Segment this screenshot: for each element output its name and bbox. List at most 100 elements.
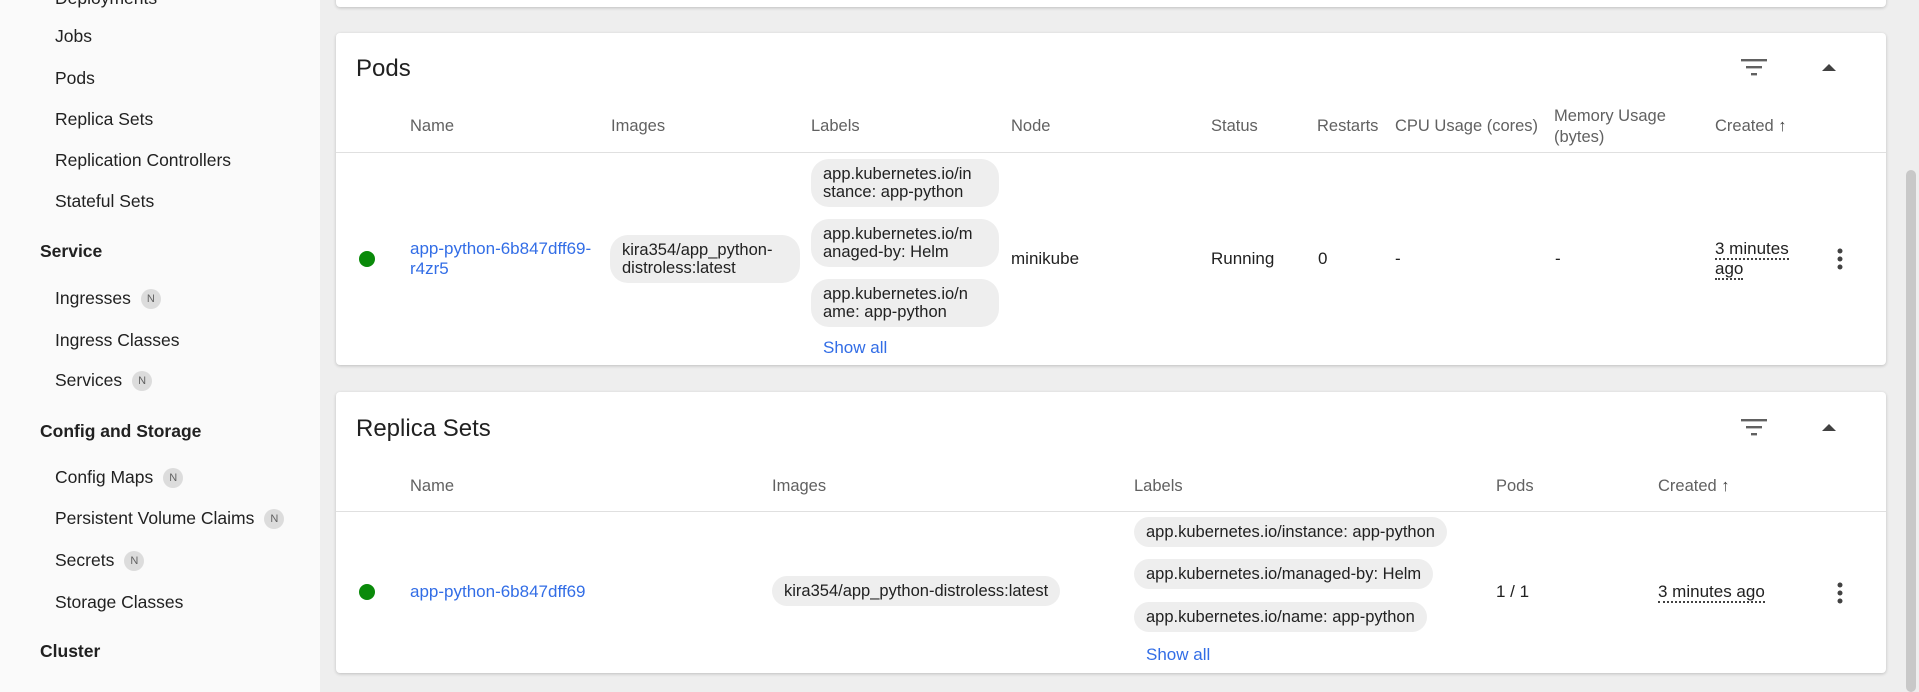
sidebar-item-label: Ingress Classes	[55, 330, 180, 350]
pod-name-line1: app-python-6b847dff69-	[410, 239, 592, 258]
sidebar-item-label: Secrets	[55, 550, 115, 570]
sidebar-item-label: Persistent Volume Claims	[55, 508, 255, 528]
namespaced-badge: N	[140, 288, 161, 309]
image-chip: kira354/app_python-distroless:latest	[772, 576, 1061, 606]
previous-card	[336, 0, 1886, 7]
namespaced-badge: N	[132, 370, 153, 391]
sidebar: Deployments Jobs Pods Replica Sets Repli…	[0, 0, 320, 692]
label-line1: app.kubernetes.io/m	[823, 225, 973, 243]
scrollbar-thumb[interactable]	[1906, 170, 1916, 692]
header-divider	[336, 511, 1886, 512]
column-header-label: Created	[1658, 477, 1717, 495]
column-header-status[interactable]: Status	[1211, 116, 1258, 137]
sidebar-item-replica-sets[interactable]: Replica Sets	[55, 109, 153, 130]
chevron-up-icon[interactable]	[1809, 407, 1849, 447]
more-vert-icon[interactable]	[1825, 573, 1855, 613]
arrow-up-icon: ↑	[1721, 477, 1730, 495]
created-line1: 3 minutes	[1715, 239, 1789, 260]
sidebar-item-replication-controllers[interactable]: Replication Controllers	[55, 150, 231, 171]
replica-sets-card: Replica Sets Name Images Labels Pods Cre…	[336, 392, 1886, 673]
label-line2: stance: app-python	[823, 183, 964, 201]
sidebar-item-secrets[interactable]: Secrets N	[55, 550, 145, 571]
arrow-up-icon: ↑	[1778, 117, 1787, 135]
sidebar-item-label: Services	[55, 370, 123, 390]
sidebar-item-label: Config Maps	[55, 467, 154, 487]
sidebar-item-label: Replica Sets	[55, 109, 154, 129]
pod-restarts: 0	[1318, 249, 1328, 268]
sidebar-item-ingress-classes[interactable]: Ingress Classes	[55, 330, 180, 351]
pod-name-line2: r4zr5	[410, 259, 449, 278]
label-line2: ame: app-python	[823, 303, 947, 321]
show-all-labels-link[interactable]: Show all	[1146, 645, 1210, 665]
created-text: 3 minutes ago	[1658, 582, 1765, 603]
pod-status: Running	[1211, 249, 1275, 268]
column-header-name[interactable]: Name	[410, 116, 454, 137]
sidebar-item-label: Replication Controllers	[55, 150, 232, 170]
status-running-icon	[359, 584, 375, 600]
sidebar-section-cluster: Cluster	[40, 641, 101, 661]
namespaced-badge: N	[124, 550, 145, 571]
filter-icon[interactable]	[1734, 407, 1774, 447]
label-line1: app.kubernetes.io/in	[823, 165, 972, 183]
chevron-up-icon[interactable]	[1809, 47, 1849, 87]
label-chip: app.kubernetes.io/managed-by: Helm	[811, 219, 999, 267]
namespaced-badge: N	[264, 508, 285, 529]
image-line1: kira354/app_python-	[622, 241, 773, 259]
column-header-name[interactable]: Name	[410, 476, 454, 497]
column-header-label: Created	[1715, 117, 1774, 135]
namespaced-badge: N	[163, 467, 184, 488]
filter-icon[interactable]	[1734, 47, 1774, 87]
sidebar-item-pods[interactable]: Pods	[55, 68, 95, 89]
sidebar-item-deployments[interactable]: Deployments	[55, 0, 157, 9]
column-header-memory[interactable]: Memory Usage (bytes)	[1554, 106, 1682, 148]
label-chip: app.kubernetes.io/name: app-python	[811, 279, 999, 327]
sidebar-item-storage-classes[interactable]: Storage Classes	[55, 592, 183, 613]
show-all-labels-link[interactable]: Show all	[823, 338, 887, 358]
sidebar-item-label: Deployments	[55, 0, 157, 9]
label-chip: app.kubernetes.io/managed-by: Helm	[1134, 559, 1434, 589]
replica-set-name-link[interactable]: app-python-6b847dff69	[410, 582, 586, 602]
sidebar-item-ingresses[interactable]: Ingresses N	[55, 288, 161, 309]
image-chip: kira354/app_python-distroless:latest	[610, 235, 800, 283]
sidebar-item-label: Storage Classes	[55, 592, 184, 612]
column-header-images: Images	[772, 477, 827, 495]
label-chip: app.kubernetes.io/name: app-python	[1134, 602, 1427, 632]
sidebar-item-label: Ingresses	[55, 288, 131, 308]
column-header-images: Images	[611, 117, 666, 135]
image-line2: distroless:latest	[622, 259, 736, 277]
replica-sets-title: Replica Sets	[356, 415, 491, 442]
label-line2: anaged-by: Helm	[823, 243, 949, 261]
sidebar-section-config-storage: Config and Storage	[40, 421, 202, 441]
pod-cpu: -	[1395, 249, 1401, 268]
column-header-created[interactable]: Created ↑	[1715, 116, 1787, 137]
sidebar-item-stateful-sets[interactable]: Stateful Sets	[55, 191, 154, 212]
replica-set-created: 3 minutes ago	[1658, 582, 1765, 603]
pods-title: Pods	[356, 55, 411, 82]
pod-memory: -	[1555, 249, 1561, 268]
column-header-restarts[interactable]: Restarts	[1317, 116, 1378, 137]
sidebar-item-persistent-volume-claims[interactable]: Persistent Volume Claims N	[55, 508, 285, 529]
column-header-node[interactable]: Node	[1011, 116, 1050, 137]
more-vert-icon[interactable]	[1825, 239, 1855, 279]
column-header-created[interactable]: Created ↑	[1658, 476, 1730, 497]
status-running-icon	[359, 251, 375, 267]
pod-name-link[interactable]: app-python-6b847dff69- r4zr5	[410, 239, 591, 279]
sidebar-item-label: Stateful Sets	[55, 191, 155, 211]
column-header-cpu[interactable]: CPU Usage (cores)	[1395, 116, 1538, 137]
sidebar-section-service: Service	[40, 241, 103, 261]
replica-set-pods: 1 / 1	[1496, 582, 1530, 601]
sidebar-item-config-maps[interactable]: Config Maps N	[55, 467, 184, 488]
pod-created: 3 minutes ago	[1715, 239, 1789, 280]
pod-node: minikube	[1011, 249, 1080, 268]
sidebar-item-label: Jobs	[55, 26, 92, 46]
sidebar-item-label: Pods	[55, 68, 95, 88]
column-header-labels: Labels	[1134, 477, 1183, 495]
label-chip: app.kubernetes.io/instance: app-python	[1134, 517, 1447, 547]
created-line2: ago	[1715, 259, 1744, 280]
column-header-labels: Labels	[811, 117, 860, 135]
sidebar-item-jobs[interactable]: Jobs	[55, 26, 92, 47]
sidebar-item-services[interactable]: Services N	[55, 370, 153, 391]
header-divider	[336, 152, 1886, 153]
label-line1: app.kubernetes.io/n	[823, 285, 968, 303]
pods-card: Pods Name Images Labels Node Status Rest…	[336, 33, 1886, 365]
